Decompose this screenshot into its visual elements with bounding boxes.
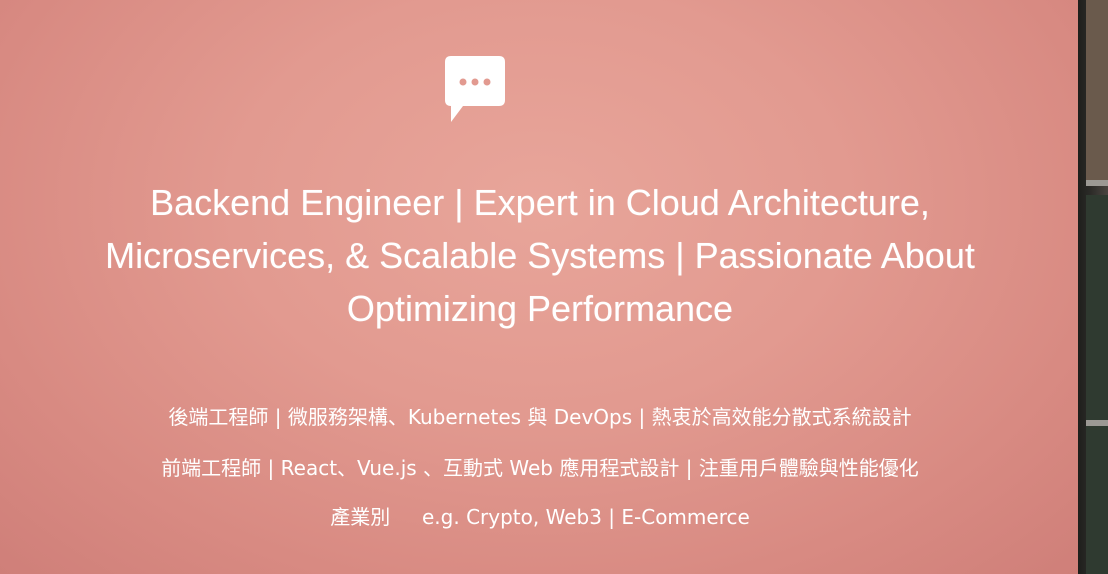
title-line-3: Optimizing Performance xyxy=(346,288,734,329)
chat-bubble-icon xyxy=(445,56,505,122)
title-line-1: Backend Engineer | Expert in Cloud Archi… xyxy=(150,182,930,223)
subtitle-line-industry: 產業別 e.g. Crypto, Web3 | E-Commerce xyxy=(330,505,750,529)
title-line-2: Microservices, & Scalable Systems | Pass… xyxy=(105,235,975,276)
board-trim xyxy=(1086,420,1108,426)
subtitle-line-frontend: 前端工程師 | React、Vue.js 、互動式 Web 應用程式設計 | 注… xyxy=(161,456,919,480)
wall-trim xyxy=(1086,180,1108,186)
background-wall xyxy=(1086,0,1108,180)
slide-title: Backend Engineer | Expert in Cloud Archi… xyxy=(40,176,1040,335)
subtitle-line-backend: 後端工程師 | 微服務架構、Kubernetes 與 DevOps | 熱衷於高… xyxy=(168,405,912,429)
background-board xyxy=(1086,195,1108,574)
projected-slide: Backend Engineer | Expert in Cloud Archi… xyxy=(0,0,1078,574)
